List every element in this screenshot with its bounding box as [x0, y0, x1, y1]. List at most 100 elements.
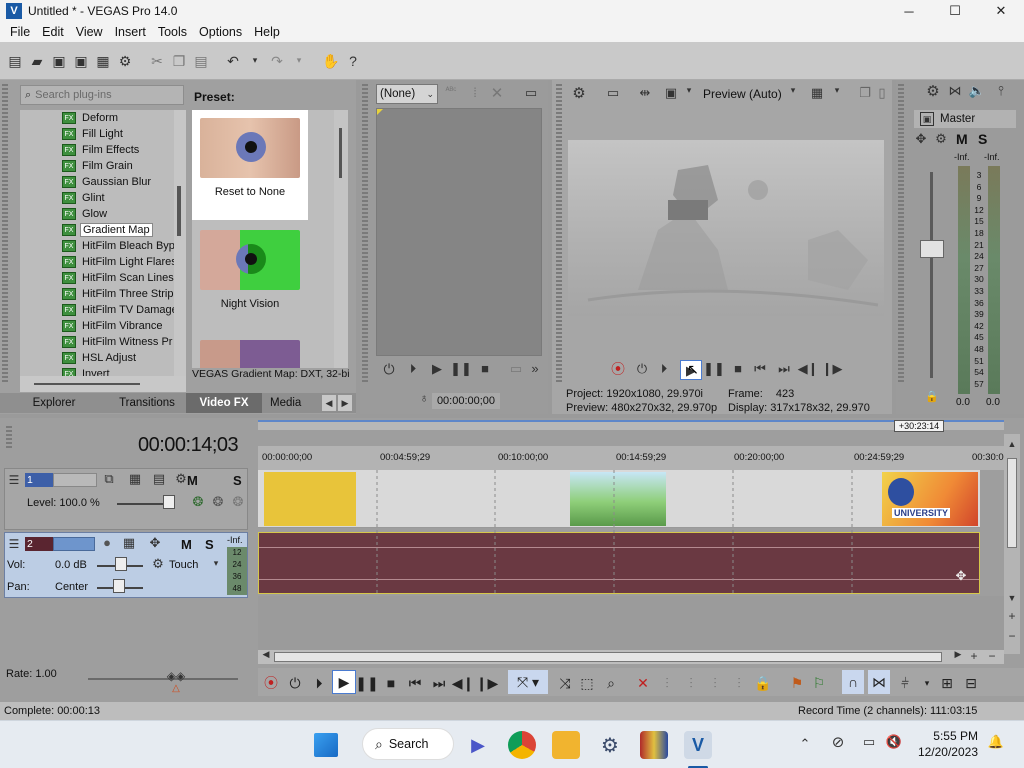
composite-parent-icon[interactable]: ❂ — [211, 495, 225, 508]
list-item[interactable]: FX Gaussian Blur — [20, 174, 186, 190]
copy-icon[interactable]: ❐ — [170, 52, 188, 70]
scrollbar-thumb[interactable] — [274, 652, 942, 662]
undo-history-icon[interactable]: ▾ — [246, 52, 264, 70]
plugin-tree-list[interactable]: FX Deform FX Fill Light FX Film Effects FX F… — [20, 110, 186, 376]
settings-gear-icon[interactable]: ⚙ — [596, 731, 624, 759]
list-item[interactable]: FX HitFilm Witness Pr — [20, 334, 186, 350]
display-icon[interactable]: ▭ — [860, 735, 878, 748]
preview-properties-gear-icon[interactable]: ⚙ — [570, 86, 588, 101]
chevron-up-icon[interactable]: ⌃ — [798, 737, 812, 750]
redo-history-icon[interactable]: ▾ — [290, 52, 308, 70]
new-file-icon[interactable]: ▤ — [6, 52, 24, 70]
scrollbar-thumb[interactable] — [339, 128, 342, 178]
track-motion-icon[interactable]: ✥ — [147, 536, 163, 549]
properties-gear-icon[interactable]: ⚙ — [116, 52, 134, 70]
collapse-track-icon[interactable]: ☰ — [7, 473, 21, 487]
zoom-in-icon[interactable]: + — [1006, 610, 1018, 622]
arm-record-icon[interactable]: ● — [99, 536, 115, 549]
auto-ripple-icon[interactable]: ⫩ — [896, 674, 914, 692]
delete-icon[interactable]: ✕ — [634, 674, 652, 692]
tab-transitions[interactable]: Transitions — [108, 393, 186, 413]
external-monitor-icon[interactable]: ▭ — [604, 86, 622, 99]
insert-bus-icon[interactable]: ⫯ — [992, 84, 1010, 97]
menu-edit[interactable]: Edit — [36, 25, 70, 39]
next-frame-icon[interactable]: ❙▶ — [476, 674, 499, 692]
panel-grip[interactable] — [362, 84, 368, 384]
loop-region-bar[interactable] — [258, 420, 1004, 430]
menu-help[interactable]: Help — [248, 25, 286, 39]
add-to-timeline-icon[interactable]: ▭ — [506, 362, 526, 375]
stop-icon[interactable]: ■ — [476, 362, 494, 375]
menu-view[interactable]: View — [70, 25, 109, 39]
solo-button[interactable]: S — [233, 473, 242, 488]
scroll-right-icon[interactable]: ▶ — [952, 650, 964, 659]
taskbar-clock[interactable]: 5:55 PM 12/20/2023 — [912, 728, 978, 760]
notifications-bell-icon[interactable]: 🔔 — [988, 735, 1004, 748]
loop-icon[interactable]: ⏻ — [380, 362, 398, 376]
stop-icon[interactable]: ■ — [730, 362, 746, 375]
network-off-icon[interactable]: ⊘ — [830, 735, 846, 750]
panel-grip[interactable] — [6, 426, 12, 450]
list-item[interactable]: FX HitFilm Vibrance — [20, 318, 186, 334]
ripple-icon[interactable]: ⁞ — [466, 86, 484, 99]
trim-icon[interactable]: ⫶ — [658, 674, 676, 692]
zoom-out-icon[interactable]: − — [1006, 630, 1018, 642]
master-volume-fader[interactable] — [920, 240, 944, 258]
rate-slider-thumb[interactable]: ◈◈ — [164, 670, 188, 682]
preset-gallery[interactable]: Reset to None Night Vision — [192, 110, 348, 368]
chrome-icon[interactable] — [508, 731, 536, 759]
trimmer-menu-icon[interactable]: ▭ — [522, 86, 540, 99]
scroll-up-icon[interactable]: ▲ — [1006, 440, 1018, 449]
list-item[interactable]: FX Glint — [20, 190, 186, 206]
list-item-selected[interactable]: FX Gradient Map — [20, 222, 186, 238]
grid-overlay-icon[interactable]: ▦ — [808, 86, 826, 99]
play-from-start-icon[interactable]: ⏵ — [656, 362, 672, 375]
abc-icon[interactable]: ᴬᴮᶜ — [442, 86, 460, 95]
preview-quality[interactable]: Preview (Auto) — [703, 87, 782, 101]
undo-icon[interactable]: ↶ — [224, 52, 242, 70]
mute-button[interactable]: M — [187, 473, 198, 488]
auto-crossfade-icon[interactable]: ⋈ — [868, 670, 890, 694]
play-from-start-icon[interactable]: ⏵ — [310, 674, 328, 692]
lock-envelopes-icon[interactable]: ⊞ — [938, 674, 956, 692]
record-icon[interactable]: ⦿ — [610, 362, 626, 376]
whats-this-help-icon[interactable]: ? — [344, 52, 362, 70]
list-item[interactable]: FX HitFilm Light Flares — [20, 254, 186, 270]
normal-edit-tool-icon[interactable]: ⤧ ▾ — [508, 670, 548, 694]
tabs-scroll-right-icon[interactable]: ▶ — [338, 395, 352, 411]
level-slider-thumb[interactable] — [163, 495, 175, 509]
master-fx-icon[interactable]: ▣ — [920, 112, 934, 126]
scrollbar-thumb[interactable] — [1007, 458, 1017, 548]
winrar-icon[interactable] — [640, 731, 668, 759]
automation-gear-icon[interactable]: ⚙ — [151, 557, 165, 570]
pause-icon[interactable]: ❚❚ — [703, 362, 725, 375]
menu-options[interactable]: Options — [193, 25, 248, 39]
taskbar-search[interactable]: ⌕ Search — [362, 728, 454, 760]
close-button[interactable]: ✕ — [978, 0, 1024, 22]
minimize-button[interactable]: ─ — [886, 0, 932, 22]
delete-icon[interactable]: ✕ — [488, 86, 506, 101]
panel-grip[interactable] — [2, 84, 8, 384]
list-item[interactable]: FX HitFilm TV Damage — [20, 302, 186, 318]
bus-pan-icon[interactable]: ✥ — [914, 132, 928, 145]
downmix-icon[interactable]: ⋈ — [946, 84, 964, 97]
h-zoom-out-icon[interactable]: − — [986, 650, 998, 662]
list-item[interactable]: FX HitFilm Scan Lines — [20, 270, 186, 286]
scrollbar-thumb[interactable] — [177, 186, 181, 236]
redo-icon[interactable]: ↷ — [268, 52, 286, 70]
chevron-down-icon[interactable]: ▾ — [788, 86, 798, 95]
trim-end-icon[interactable]: ⫶ — [706, 674, 724, 692]
solo-button[interactable]: S — [205, 537, 214, 552]
track-fx-icon[interactable]: ▦ — [127, 472, 143, 485]
split-icon[interactable]: ⫶ — [730, 674, 748, 692]
mute-button[interactable]: M — [956, 131, 968, 147]
timeline-empty-area[interactable] — [258, 596, 1004, 650]
mixer-gear-icon[interactable]: ⚙ — [924, 84, 942, 99]
volume-slider-thumb[interactable] — [115, 557, 127, 571]
pan-slider-thumb[interactable] — [113, 579, 125, 593]
h-zoom-in-icon[interactable]: + — [968, 650, 980, 662]
next-frame-icon[interactable]: ❙▶ — [822, 362, 843, 375]
video-track-header[interactable]: ☰ 1 ⧉ ▦ ▤ ⚙ M S Level: 100.0 % ❂ ❂ ❂ — [4, 468, 248, 530]
insert-marker-icon[interactable]: ⚑ — [788, 674, 806, 692]
bus-fx-icon[interactable]: ⚙ — [934, 132, 948, 145]
